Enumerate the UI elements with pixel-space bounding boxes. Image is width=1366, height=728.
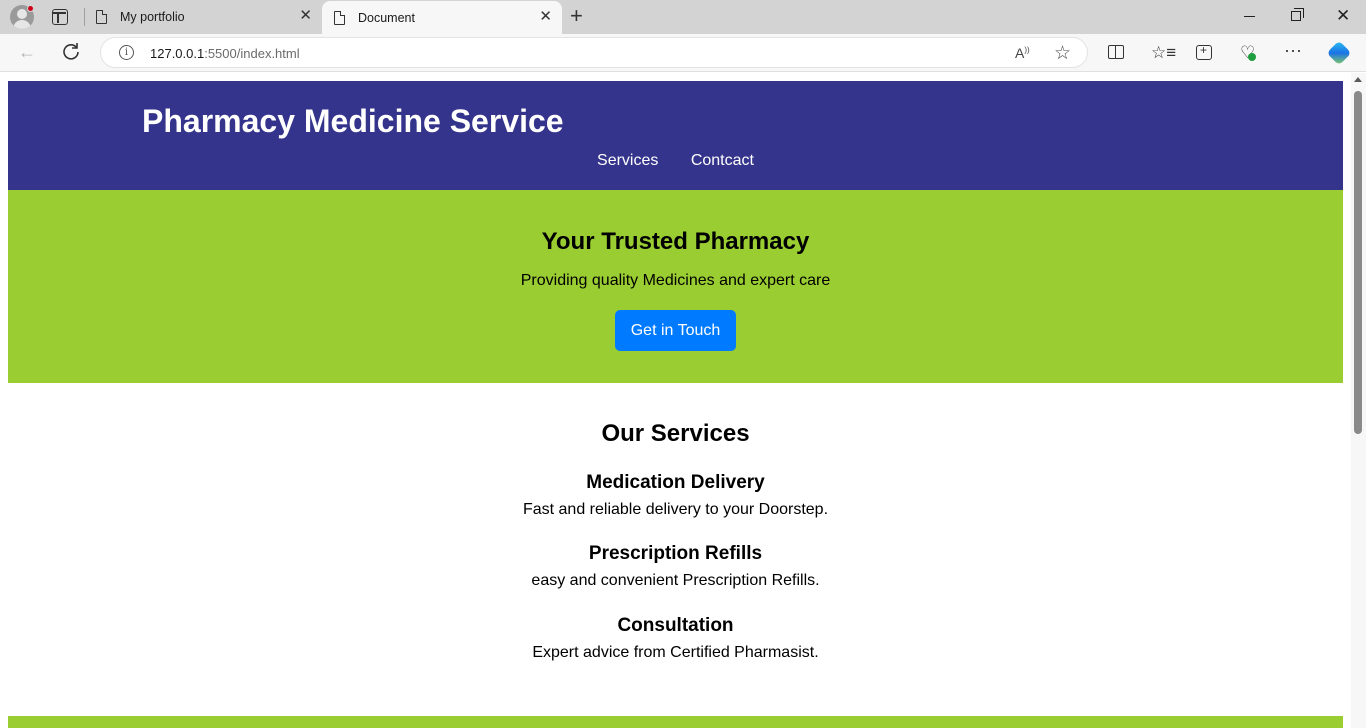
scroll-up-arrow-icon[interactable] bbox=[1354, 77, 1362, 82]
more-icon[interactable]: ··· bbox=[1284, 40, 1302, 61]
tab-strip: My portfolio ✕ Document ✕ + ✕ bbox=[0, 0, 1366, 34]
footer bbox=[8, 716, 1343, 728]
new-tab-icon[interactable]: + bbox=[570, 5, 583, 27]
restore-icon[interactable] bbox=[1291, 8, 1304, 21]
site-title: Pharmacy Medicine Service bbox=[142, 103, 564, 139]
document-icon bbox=[96, 10, 107, 24]
page-viewport: Pharmacy Medicine Service Services Contc… bbox=[0, 73, 1351, 728]
favorites-icon[interactable]: ☆≡ bbox=[1151, 43, 1176, 63]
info-icon[interactable]: i bbox=[119, 45, 134, 60]
back-icon[interactable]: ← bbox=[18, 43, 36, 61]
read-aloud-icon[interactable]: A)) bbox=[1015, 45, 1030, 61]
services-heading: Our Services bbox=[601, 420, 750, 447]
url-path: :5500/index.html bbox=[204, 46, 300, 61]
service-title: Prescription Refills bbox=[588, 543, 763, 564]
service-description: easy and convenient Prescription Refills… bbox=[531, 572, 820, 589]
tab-my-portfolio[interactable]: My portfolio ✕ bbox=[84, 0, 322, 34]
site-header: Pharmacy Medicine Service Services Contc… bbox=[8, 81, 1343, 190]
service-item: Prescription Refills easy and convenient… bbox=[8, 543, 1343, 590]
close-icon[interactable]: ✕ bbox=[299, 8, 312, 24]
address-bar[interactable]: i 127.0.0.1:5500/index.html A)) ☆ bbox=[100, 37, 1088, 68]
reload-icon[interactable] bbox=[61, 41, 81, 61]
tab-actions-icon[interactable] bbox=[52, 9, 68, 25]
hero-heading: Your Trusted Pharmacy bbox=[541, 228, 810, 255]
get-in-touch-button[interactable]: Get in Touch bbox=[615, 310, 736, 351]
services-section: Our Services Medication Delivery Fast an… bbox=[8, 383, 1343, 716]
tab-document[interactable]: Document ✕ bbox=[322, 1, 562, 34]
vertical-scrollbar[interactable] bbox=[1351, 73, 1366, 728]
service-item: Medication Delivery Fast and reliable de… bbox=[8, 472, 1343, 519]
site-nav: Services Contcact bbox=[8, 152, 1343, 170]
scrollbar-thumb[interactable] bbox=[1354, 91, 1362, 434]
nav-link-services[interactable]: Services bbox=[597, 152, 658, 169]
service-title: Consultation bbox=[617, 615, 734, 636]
notification-dot bbox=[27, 5, 34, 12]
hero-subtext: Providing quality Medicines and expert c… bbox=[520, 272, 831, 289]
service-title: Medication Delivery bbox=[586, 472, 765, 493]
document-icon bbox=[334, 11, 345, 25]
minimize-icon[interactable] bbox=[1244, 16, 1255, 17]
close-icon[interactable]: ✕ bbox=[539, 9, 552, 25]
service-description: Expert advice from Certified Pharmasist. bbox=[532, 644, 819, 661]
service-item: Consultation Expert advice from Certifie… bbox=[8, 615, 1343, 662]
hero-section: Your Trusted Pharmacy Providing quality … bbox=[8, 190, 1343, 383]
url-text[interactable]: 127.0.0.1:5500/index.html bbox=[150, 46, 300, 61]
nav-link-contact[interactable]: Contcact bbox=[691, 152, 754, 169]
url-host: 127.0.0.1 bbox=[150, 46, 205, 61]
service-description: Fast and reliable delivery to your Doors… bbox=[522, 501, 829, 518]
tab-title: Document bbox=[358, 11, 415, 25]
split-screen-icon[interactable] bbox=[1108, 45, 1124, 59]
status-dot bbox=[1248, 53, 1256, 61]
window-close-icon[interactable]: ✕ bbox=[1336, 6, 1350, 26]
collections-icon[interactable] bbox=[1196, 43, 1212, 60]
favorite-star-icon[interactable]: ☆ bbox=[1054, 42, 1071, 65]
tab-separator bbox=[84, 8, 85, 26]
tab-title: My portfolio bbox=[120, 10, 185, 24]
